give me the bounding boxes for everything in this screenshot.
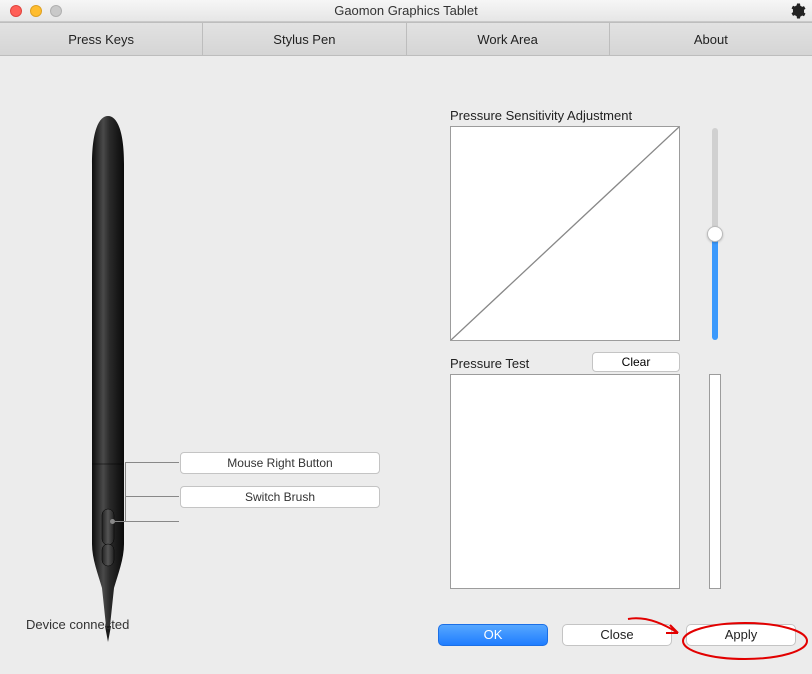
titlebar: Gaomon Graphics Tablet — [0, 0, 812, 22]
minimize-window-icon[interactable] — [30, 5, 42, 17]
window-controls — [10, 5, 62, 17]
clear-button[interactable]: Clear — [592, 352, 680, 372]
ok-button[interactable]: OK — [438, 624, 548, 646]
tab-stylus-pen[interactable]: Stylus Pen — [203, 23, 406, 55]
pen-button1-field[interactable]: Mouse Right Button — [180, 452, 380, 474]
apply-button[interactable]: Apply — [686, 624, 796, 646]
pressure-test-meter — [709, 374, 721, 589]
zoom-window-icon[interactable] — [50, 5, 62, 17]
content-area: Mouse Right Button Switch Brush Device c… — [0, 56, 812, 660]
close-button[interactable]: Close — [562, 624, 672, 646]
tab-work-area[interactable]: Work Area — [407, 23, 610, 55]
settings-gear-icon[interactable] — [788, 2, 806, 23]
connector-line — [125, 496, 179, 497]
device-status-label: Device connected — [26, 617, 129, 632]
pressure-test-label: Pressure Test — [450, 356, 529, 371]
sensitivity-slider-track — [712, 128, 718, 233]
main-tabs: Press Keys Stylus Pen Work Area About — [0, 22, 812, 56]
stylus-pen-illustration — [78, 114, 138, 644]
pressure-sensitivity-label: Pressure Sensitivity Adjustment — [450, 108, 632, 123]
tab-about[interactable]: About — [610, 23, 812, 55]
window-title: Gaomon Graphics Tablet — [0, 3, 812, 18]
connector-line — [125, 462, 179, 463]
connector-line — [125, 462, 126, 522]
sensitivity-slider-thumb[interactable] — [707, 226, 723, 242]
pressure-test-canvas[interactable] — [450, 374, 680, 589]
pressure-curve-canvas[interactable] — [450, 126, 680, 341]
pen-button2-field[interactable]: Switch Brush — [180, 486, 380, 508]
tab-press-keys[interactable]: Press Keys — [0, 23, 203, 55]
close-window-icon[interactable] — [10, 5, 22, 17]
sensitivity-slider-fill — [712, 234, 718, 340]
